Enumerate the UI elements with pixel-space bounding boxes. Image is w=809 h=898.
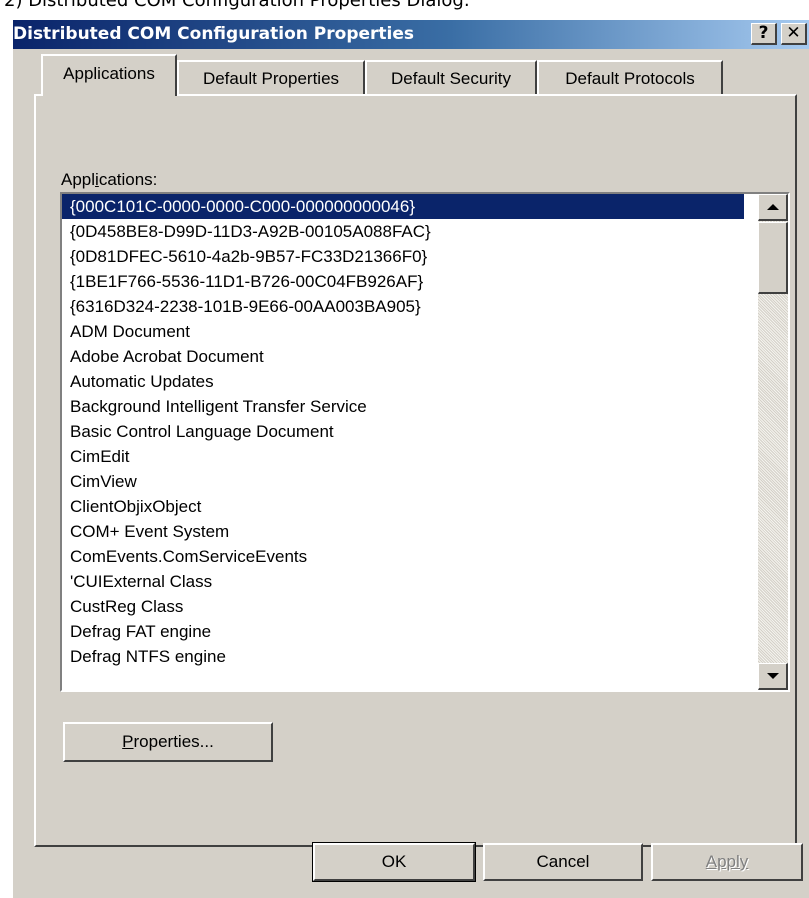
list-item[interactable]: Adobe Acrobat Document bbox=[62, 344, 744, 369]
list-item[interactable]: {000C101C-0000-0000-C000-000000000046} bbox=[62, 194, 744, 219]
tab-default-security[interactable]: Default Security bbox=[365, 60, 537, 96]
dcom-config-dialog: Distributed COM Configuration Properties… bbox=[13, 20, 809, 898]
list-item[interactable]: ClientObjixObject bbox=[62, 494, 744, 519]
list-item[interactable]: CimEdit bbox=[62, 444, 744, 469]
vertical-scrollbar[interactable] bbox=[758, 194, 788, 690]
tab-applications[interactable]: Applications bbox=[41, 54, 177, 96]
scroll-up-button[interactable] bbox=[758, 194, 788, 221]
applications-listbox[interactable]: {000C101C-0000-0000-C000-000000000046} {0… bbox=[60, 192, 790, 692]
list-item[interactable]: 'CUIExternal Class bbox=[62, 569, 744, 594]
window-title: Distributed COM Configuration Properties bbox=[13, 24, 415, 44]
list-item[interactable]: {1BE1F766-5536-11D1-B726-00C04FB926AF} bbox=[62, 269, 744, 294]
title-bar[interactable]: Distributed COM Configuration Properties… bbox=[13, 20, 809, 49]
properties-button[interactable]: Properties... bbox=[63, 722, 273, 762]
figure-caption: 2) Distributed COM Configuration Propert… bbox=[4, 0, 470, 11]
list-item[interactable]: CustReg Class bbox=[62, 594, 744, 619]
tab-default-properties[interactable]: Default Properties bbox=[177, 60, 365, 96]
apply-button[interactable]: Apply bbox=[651, 843, 803, 881]
arrow-up-icon bbox=[767, 204, 779, 210]
list-item[interactable]: {0D81DFEC-5610-4a2b-9B57-FC33D21366F0} bbox=[62, 244, 744, 269]
list-item[interactable]: Automatic Updates bbox=[62, 369, 744, 394]
list-item[interactable]: Defrag FAT engine bbox=[62, 619, 744, 644]
list-item[interactable]: CimView bbox=[62, 469, 744, 494]
tab-default-protocols[interactable]: Default Protocols bbox=[537, 60, 723, 96]
ok-button[interactable]: OK bbox=[312, 842, 476, 882]
list-item[interactable]: Basic Control Language Document bbox=[62, 419, 744, 444]
scrollbar-thumb[interactable] bbox=[758, 222, 788, 294]
cancel-button[interactable]: Cancel bbox=[483, 843, 643, 881]
applications-label: Applications: bbox=[61, 170, 158, 189]
applications-list: {000C101C-0000-0000-C000-000000000046} {0… bbox=[62, 194, 744, 669]
scroll-down-button[interactable] bbox=[758, 663, 788, 690]
list-item[interactable]: Defrag NTFS engine bbox=[62, 644, 744, 669]
list-item[interactable]: ComEvents.ComServiceEvents bbox=[62, 544, 744, 569]
list-item[interactable]: {6316D324-2238-101B-9E66-00AA003BA905} bbox=[62, 294, 744, 319]
help-button[interactable]: ? bbox=[751, 23, 777, 45]
list-item[interactable]: Background Intelligent Transfer Service bbox=[62, 394, 744, 419]
list-item[interactable]: ADM Document bbox=[62, 319, 744, 344]
arrow-down-icon bbox=[767, 673, 779, 679]
list-item[interactable]: COM+ Event System bbox=[62, 519, 744, 544]
close-icon[interactable]: ✕ bbox=[781, 23, 807, 45]
list-item[interactable]: {0D458BE8-D99D-11D3-A92B-00105A088FAC} bbox=[62, 219, 744, 244]
